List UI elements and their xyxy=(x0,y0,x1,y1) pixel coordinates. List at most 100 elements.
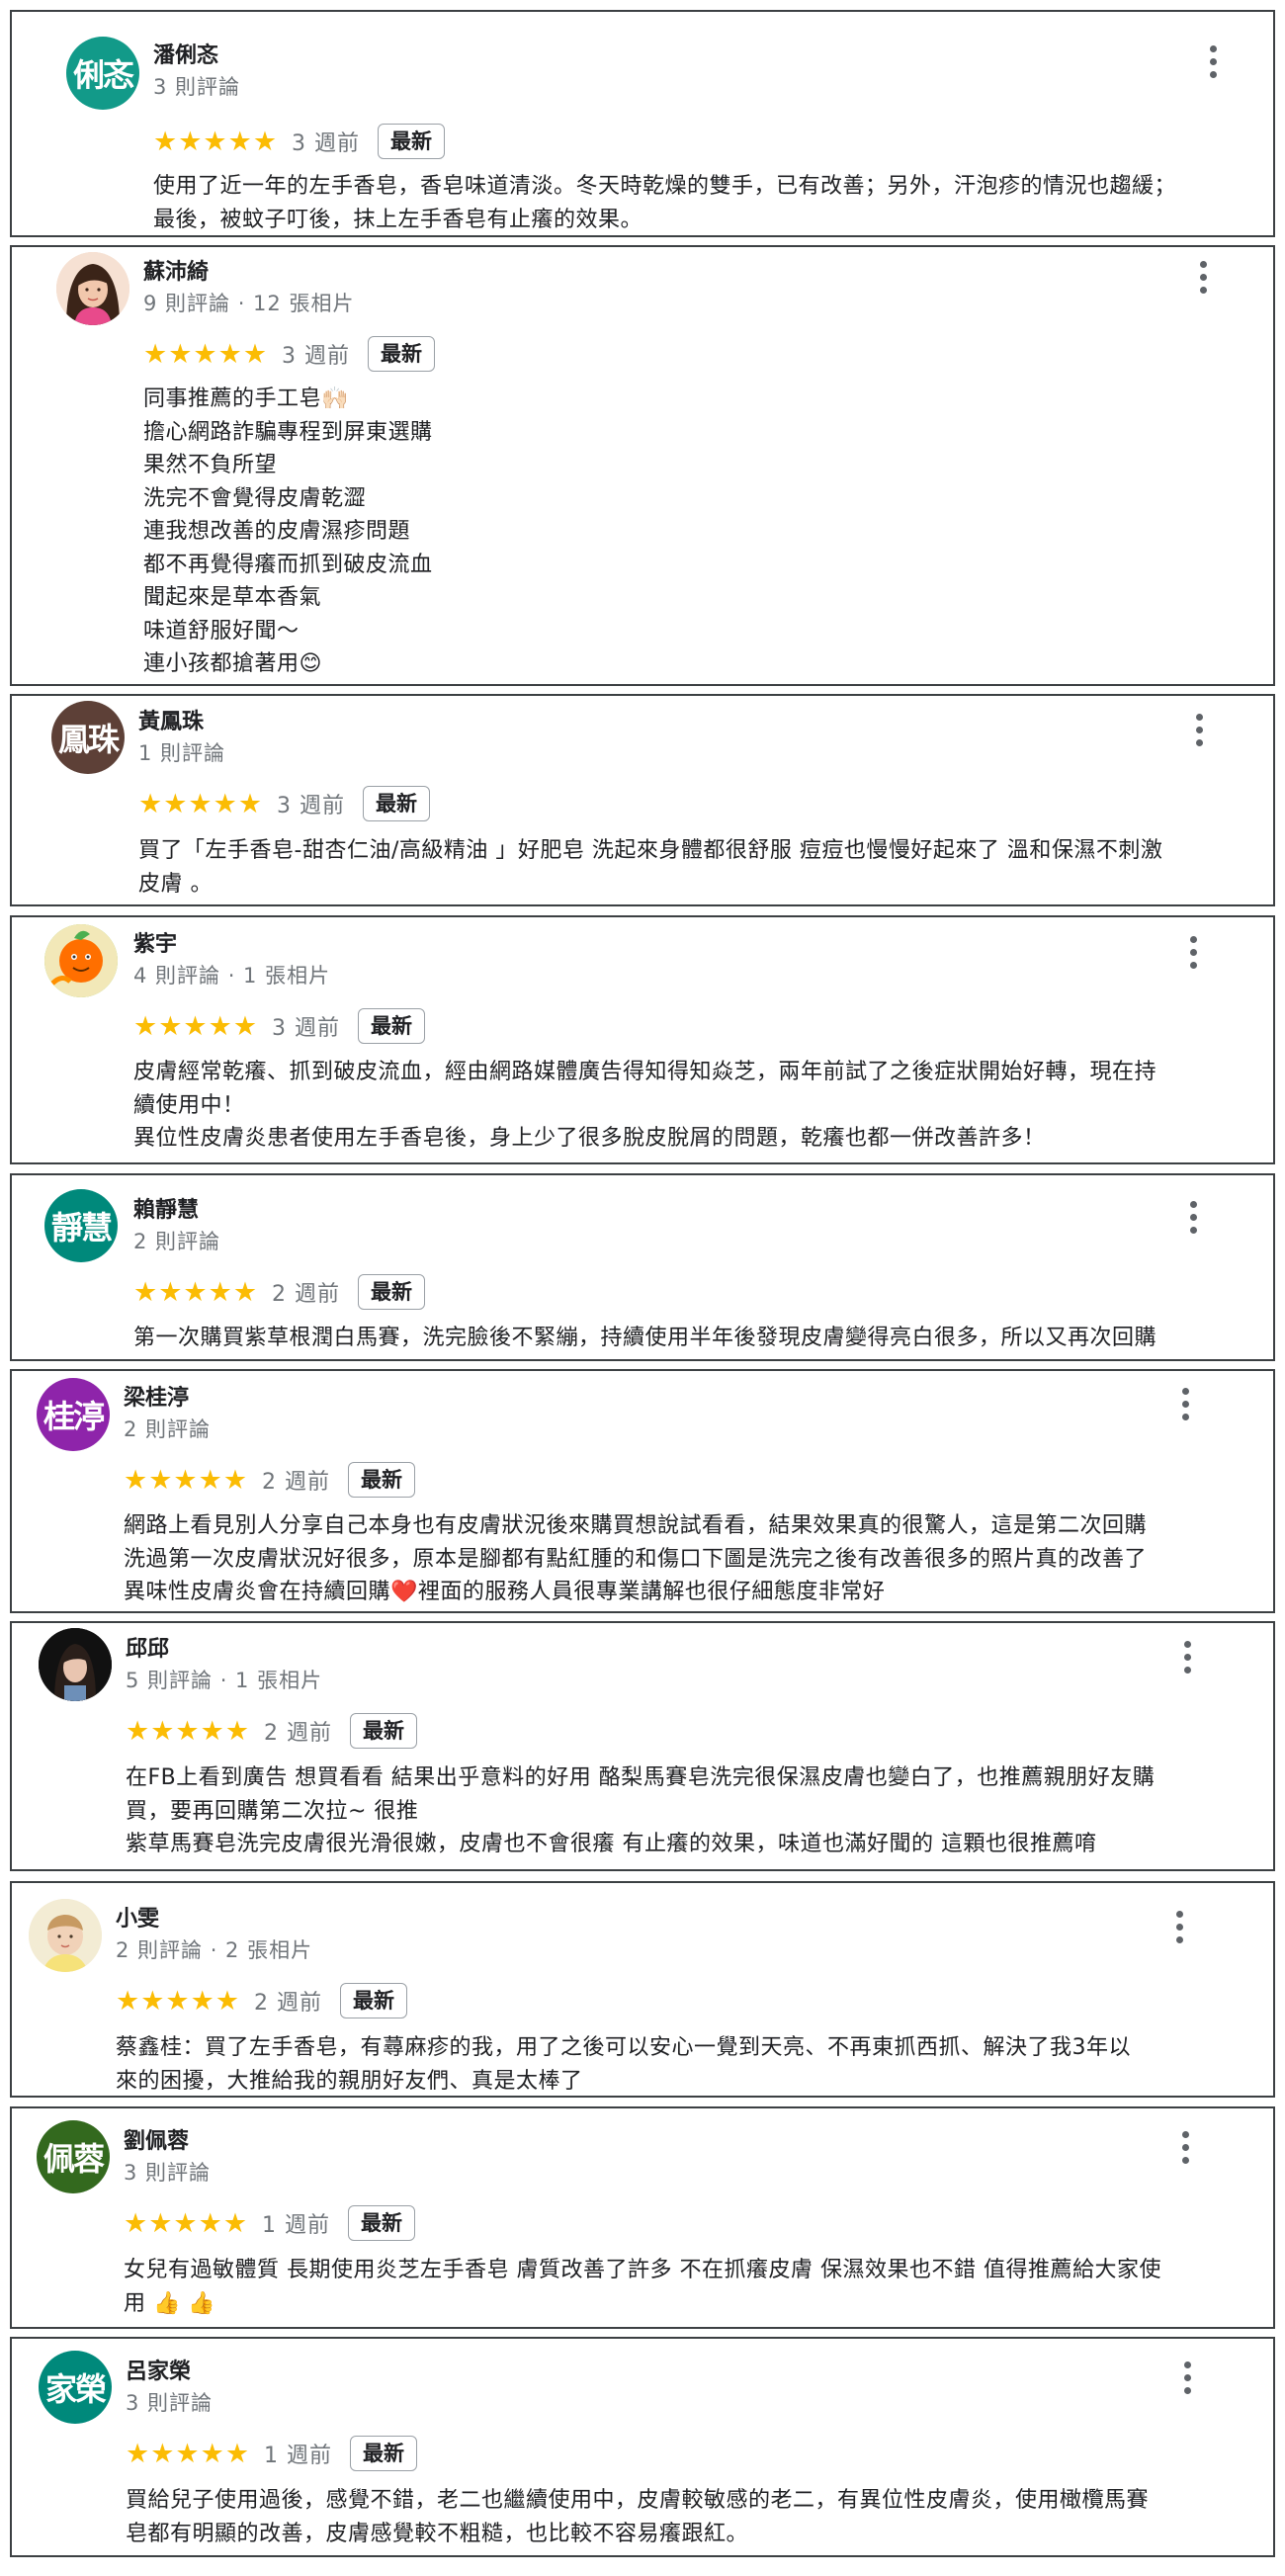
person-dark-icon xyxy=(39,1628,112,1701)
reviewer-meta: 1 則評論 xyxy=(138,741,226,765)
review-text: 在FB上看到廣告 想買看看 結果出乎意料的好用 酪梨馬賽皂洗完很保濕皮膚也變白了… xyxy=(126,1765,1156,1856)
more-options-icon[interactable] xyxy=(1164,1905,1194,1948)
more-options-icon[interactable] xyxy=(1178,1195,1208,1239)
star-rating: ★★★★★ xyxy=(116,1985,241,2017)
review-text: 女兒有過敏體質 長期使用炎芝左手香皂 膚質改善了許多 不在抓癢皮膚 保濕效果也不… xyxy=(124,2258,1161,2316)
reviewer-name[interactable]: 蘇沛綺 xyxy=(143,254,209,286)
review-date: 1 週前 xyxy=(264,2444,333,2468)
avatar[interactable]: 俐忞 xyxy=(66,37,139,110)
new-badge: 最新 xyxy=(348,2205,416,2241)
star-rating: ★★★★★ xyxy=(133,1276,259,1308)
reviewer-meta: 3 則評論 xyxy=(126,2391,214,2415)
review-card: 靜慧 賴靜慧 2 則評論 ★★★★★ 2 週前 最新 第一次購買紫草根潤白馬賽，… xyxy=(10,1173,1275,1361)
review-date: 3 週前 xyxy=(277,794,346,818)
new-badge: 最新 xyxy=(358,1008,426,1044)
review-card: 佩蓉 劉佩蓉 3 則評論 ★★★★★ 1 週前 最新 女兒有過敏體質 長期使用炎… xyxy=(10,2106,1275,2329)
star-rating: ★★★★★ xyxy=(153,126,279,157)
review-date: 3 週前 xyxy=(272,1016,341,1041)
rating-row: ★★★★★ 2 週前 最新 xyxy=(133,1274,426,1310)
review-date: 2 週前 xyxy=(262,1470,331,1495)
avatar[interactable] xyxy=(39,1628,112,1701)
review-text: 買了「左手香皂-甜杏仁油/高級精油 」好肥皂 洗起來身體都很舒服 痘痘也慢慢好起… xyxy=(138,838,1163,897)
review-text: 皮膚經常乾癢、抓到破皮流血，經由網路媒體廣告得知得知焱芝，兩年前試了之後症狀開始… xyxy=(133,1060,1157,1151)
rating-row: ★★★★★ 3 週前 最新 xyxy=(138,786,431,821)
rating-row: ★★★★★ 1 週前 最新 xyxy=(124,2205,416,2241)
new-badge: 最新 xyxy=(348,1462,416,1498)
avatar[interactable]: 靜慧 xyxy=(44,1189,118,1262)
avatar[interactable] xyxy=(56,252,129,325)
reviewer-name[interactable]: 小雯 xyxy=(116,1901,159,1932)
reviewer-meta: 2 則評論 xyxy=(133,1230,221,1253)
avatar[interactable]: 佩蓉 xyxy=(37,2120,110,2193)
review-card: 鳳珠 黃鳳珠 1 則評論 ★★★★★ 3 週前 最新 買了「左手香皂-甜杏仁油/… xyxy=(10,694,1275,906)
star-rating: ★★★★★ xyxy=(126,2438,251,2469)
review-card: 邱邱 5 則評論 · 1 張相片 ★★★★★ 2 週前 最新 在FB上看到廣告 … xyxy=(10,1621,1275,1871)
avatar[interactable]: 桂渟 xyxy=(37,1378,110,1451)
more-options-icon[interactable] xyxy=(1172,2356,1202,2399)
review-card: 俐忞 潘俐忞 3 則評論 ★★★★★ 3 週前 最新 使用了近一年的左手香皂，香… xyxy=(10,10,1275,237)
reviewer-name[interactable]: 黃鳳珠 xyxy=(138,704,204,735)
reviewer-meta: 3 則評論 xyxy=(153,75,241,99)
review-card: 紫宇 4 則評論 · 1 張相片 ★★★★★ 3 週前 最新 皮膚經常乾癢、抓到… xyxy=(10,915,1275,1164)
review-date: 2 週前 xyxy=(254,1991,323,2016)
more-options-icon[interactable] xyxy=(1170,2125,1200,2169)
new-badge: 最新 xyxy=(350,1713,418,1749)
review-card: 小雯 2 則評論 · 2 張相片 ★★★★★ 2 週前 最新 蔡鑫桂：買了左手香… xyxy=(10,1881,1275,2098)
more-options-icon[interactable] xyxy=(1188,255,1218,299)
star-rating: ★★★★★ xyxy=(126,1715,251,1747)
new-badge: 最新 xyxy=(358,1274,426,1310)
review-text: 網路上看見別人分享自己本身也有皮膚狀況後來購買想說試看看，結果效果真的很驚人，這… xyxy=(124,1513,1148,1604)
more-options-icon[interactable] xyxy=(1178,930,1208,974)
rating-row: ★★★★★ 3 週前 最新 xyxy=(133,1008,426,1044)
woman-portrait-icon xyxy=(56,252,129,325)
reviewer-name[interactable]: 潘俐忞 xyxy=(153,38,218,69)
rating-row: ★★★★★ 2 週前 最新 xyxy=(124,1462,416,1498)
avatar[interactable]: 鳳珠 xyxy=(51,701,125,774)
review-date: 2 週前 xyxy=(264,1721,333,1746)
review-text: 第一次購買紫草根潤白馬賽，洗完臉後不緊繃，持續使用半年後發現皮膚變得亮白很多，所… xyxy=(133,1326,1157,1350)
baby-photo-icon xyxy=(29,1899,102,1972)
more-options-icon[interactable] xyxy=(1198,40,1228,83)
rating-row: ★★★★★ 1 週前 最新 xyxy=(126,2436,418,2471)
reviewer-meta: 5 則評論 · 1 張相片 xyxy=(126,1669,323,1692)
review-card: 蘇沛綺 9 則評論 · 12 張相片 ★★★★★ 3 週前 最新 同事推薦的手工… xyxy=(10,245,1275,686)
review-text: 蔡鑫桂：買了左手香皂，有蕁麻疹的我，用了之後可以安心一覺到天亮、不再東抓西抓、解… xyxy=(116,2035,1132,2094)
reviewer-meta: 9 則評論 · 12 張相片 xyxy=(143,292,355,315)
new-badge: 最新 xyxy=(363,786,431,821)
more-options-icon[interactable] xyxy=(1170,1382,1200,1425)
reviewer-meta: 2 則評論 xyxy=(124,1417,212,1441)
avatar[interactable]: 家榮 xyxy=(39,2351,112,2424)
avatar[interactable] xyxy=(29,1899,102,1972)
more-options-icon[interactable] xyxy=(1184,708,1214,751)
reviewer-name[interactable]: 賴靜慧 xyxy=(133,1192,199,1224)
star-rating: ★★★★★ xyxy=(133,1010,259,1042)
review-text: 買給兒子使用過後，感覺不錯，老二也繼續使用中，皮膚較敏感的老二，有異位性皮膚炎，… xyxy=(126,2488,1150,2546)
review-date: 2 週前 xyxy=(272,1282,341,1307)
star-rating: ★★★★★ xyxy=(124,2207,249,2239)
reviewer-name[interactable]: 梁桂渟 xyxy=(124,1380,189,1412)
new-badge: 最新 xyxy=(350,2436,418,2471)
star-rating: ★★★★★ xyxy=(124,1464,249,1496)
cartoon-orange-icon xyxy=(44,924,118,997)
rating-row: ★★★★★ 2 週前 最新 xyxy=(116,1983,408,2018)
reviewer-meta: 4 則評論 · 1 張相片 xyxy=(133,964,331,987)
reviewer-name[interactable]: 劉佩蓉 xyxy=(124,2123,189,2155)
reviewer-meta: 3 則評論 xyxy=(124,2161,212,2185)
reviewer-name[interactable]: 邱邱 xyxy=(126,1631,169,1663)
new-badge: 最新 xyxy=(340,1983,408,2018)
star-rating: ★★★★★ xyxy=(138,788,264,819)
star-rating: ★★★★★ xyxy=(143,338,269,370)
new-badge: 最新 xyxy=(378,124,446,159)
rating-row: ★★★★★ 3 週前 最新 xyxy=(153,124,446,159)
rating-row: ★★★★★ 3 週前 最新 xyxy=(143,336,436,372)
reviewer-name[interactable]: 呂家榮 xyxy=(126,2354,191,2385)
review-date: 3 週前 xyxy=(282,344,351,369)
review-date: 3 週前 xyxy=(292,131,361,156)
review-card: 家榮 呂家榮 3 則評論 ★★★★★ 1 週前 最新 買給兒子使用過後，感覺不錯… xyxy=(10,2337,1275,2557)
reviewer-meta: 2 則評論 · 2 張相片 xyxy=(116,1938,313,1962)
reviewer-name[interactable]: 紫宇 xyxy=(133,926,177,958)
more-options-icon[interactable] xyxy=(1172,1635,1202,1678)
new-badge: 最新 xyxy=(368,336,436,372)
avatar[interactable] xyxy=(44,924,118,997)
review-card: 桂渟 梁桂渟 2 則評論 ★★★★★ 2 週前 最新 網路上看見別人分享自己本身… xyxy=(10,1369,1275,1613)
